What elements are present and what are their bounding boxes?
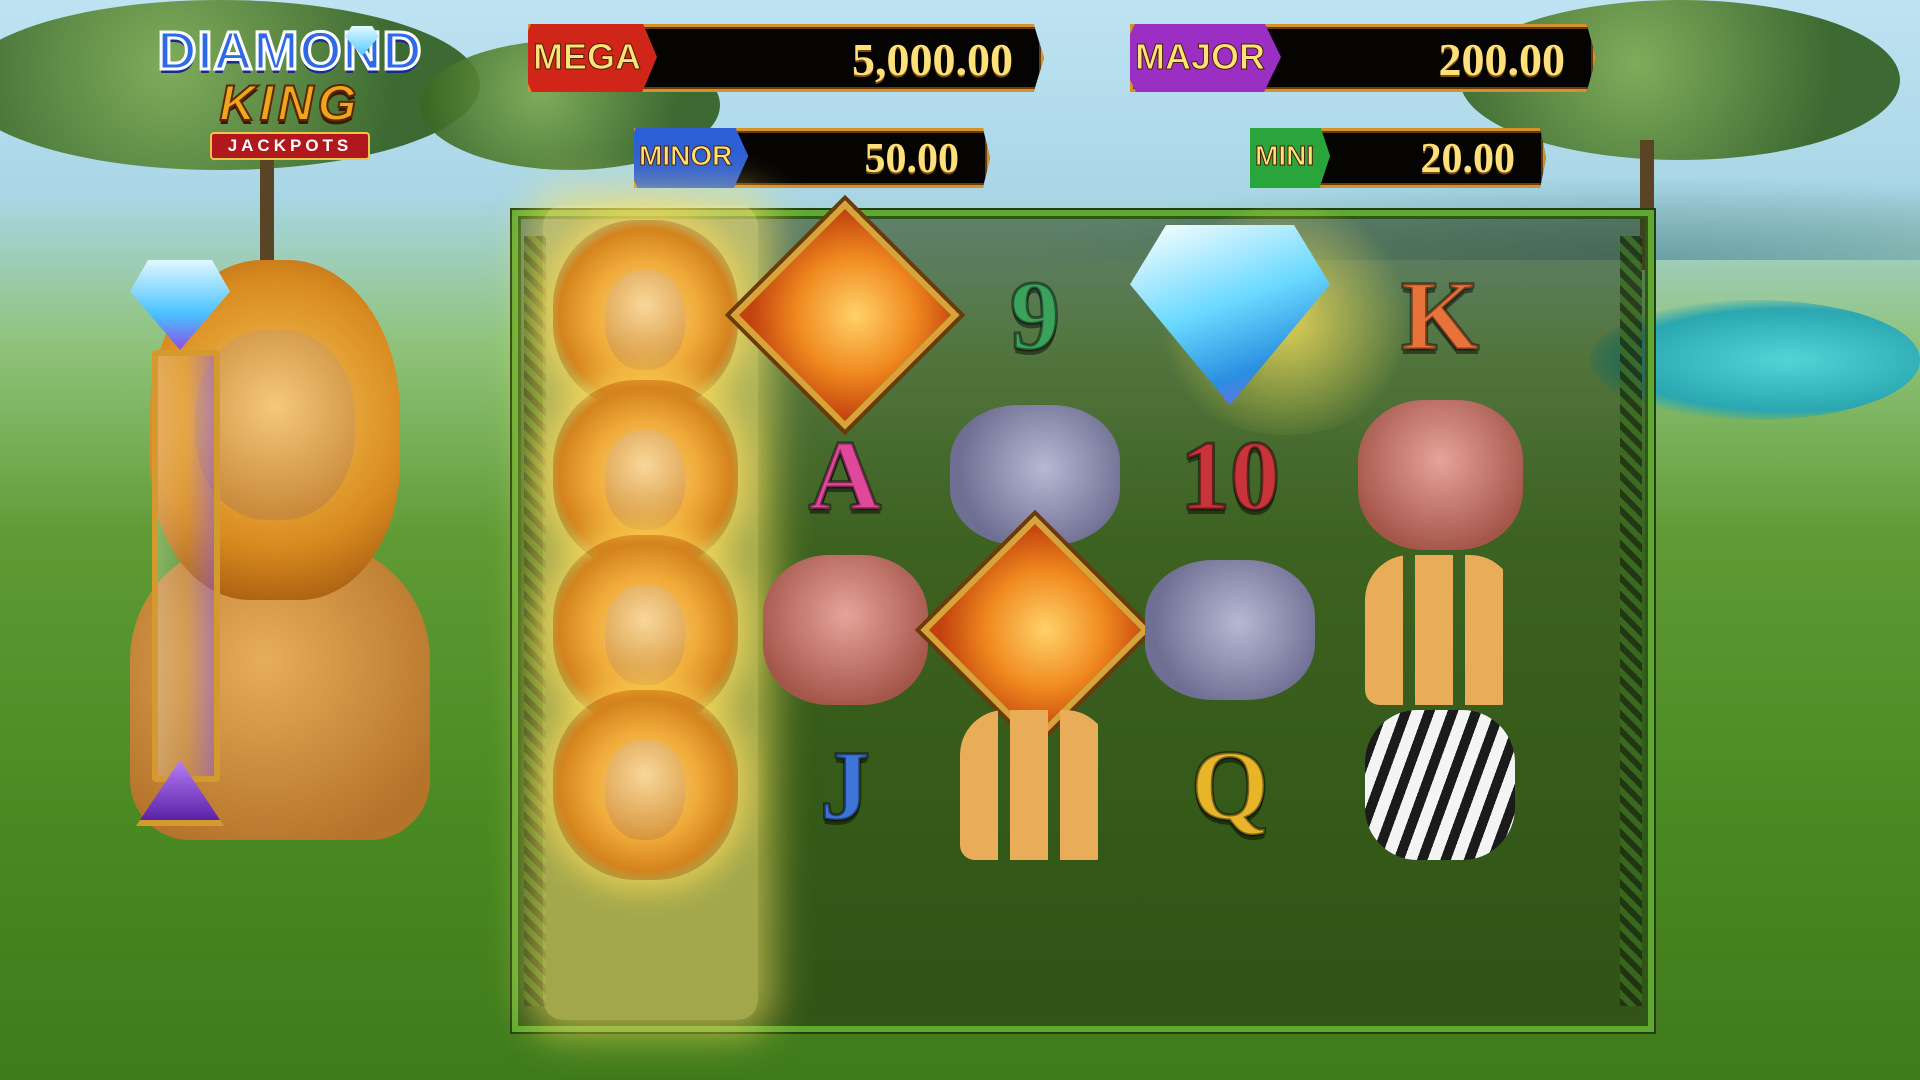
elephant-icon — [762, 555, 928, 705]
jackpot-mega-value: 5,000.00 — [852, 34, 1013, 85]
rhino-icon — [1145, 560, 1315, 700]
symbol-letter-q: Q — [1190, 728, 1271, 842]
jackpot-major-label: MAJOR — [1130, 24, 1282, 92]
symbol-letter-9: 9 — [1009, 258, 1062, 372]
reel-5-row-2-symbol — [1340, 385, 1540, 565]
reel-3-row-1-symbol: 9 — [935, 225, 1135, 405]
reel-5-row-3-symbol — [1340, 540, 1540, 720]
game-logo: DIAMOND KING JACKPOTS — [140, 21, 440, 172]
jackpot-major-value: 200.00 — [1438, 34, 1566, 85]
diamond-meter — [130, 260, 230, 826]
reel-3-row-4-symbol — [935, 695, 1135, 875]
reel-3-row-3-symbol — [920, 515, 1150, 745]
elephant-icon — [1357, 400, 1523, 550]
reel-4-row-1-symbol — [1130, 225, 1330, 405]
diamond-meter-gem-icon — [130, 260, 230, 350]
reel-1-row-4-symbol — [545, 690, 745, 880]
reel-4-row-2-symbol: 10 — [1130, 385, 1330, 565]
symbol-letter-k: K — [1400, 258, 1481, 372]
reel-4-row-4-symbol: Q — [1130, 695, 1330, 875]
reel-4-row-3-symbol — [1130, 540, 1330, 720]
logo-title-line1: DIAMOND — [156, 21, 423, 82]
jackpot-minor: MINOR 50.00 — [634, 128, 990, 188]
jackpot-minor-value: 50.00 — [864, 136, 960, 182]
logo-title-line2: KING — [219, 75, 361, 131]
reel-5-row-1-symbol: K — [1340, 225, 1540, 405]
meerkats-icon — [1365, 555, 1515, 705]
diamond-icon — [1130, 225, 1330, 405]
symbol-letter-a: A — [807, 418, 882, 532]
logo-subtitle: JACKPOTS — [209, 132, 371, 160]
jackpot-mega: MEGA 5,000.00 — [528, 24, 1044, 92]
jackpot-mega-label: MEGA — [528, 24, 657, 92]
jackpot-major: MAJOR 200.00 — [1130, 24, 1596, 92]
reel-2-row-1-symbol — [730, 200, 960, 430]
reel-2-row-3-symbol — [745, 540, 945, 720]
jackpot-mini-label: MINI — [1250, 128, 1331, 188]
reel-5-row-4-symbol — [1340, 695, 1540, 875]
zebra-icon — [1365, 710, 1515, 860]
jackpot-minor-label: MINOR — [634, 128, 749, 188]
meerkats-icon — [960, 710, 1110, 860]
jackpot-mini-value: 20.00 — [1420, 136, 1516, 182]
reel-2-row-4-symbol: J — [745, 695, 945, 875]
symbol-letter-10: 10 — [1179, 418, 1282, 532]
symbol-grid: A J 9 10 Q K — [540, 200, 1630, 1010]
jackpot-mini: MINI 20.00 — [1250, 128, 1546, 188]
symbol-letter-j: J — [819, 728, 872, 842]
lion-wild-icon — [552, 690, 738, 880]
reel-1-row-1-symbol — [545, 220, 745, 410]
reel-2-row-2-symbol: A — [745, 385, 945, 565]
diamond-meter-tube — [152, 350, 220, 782]
